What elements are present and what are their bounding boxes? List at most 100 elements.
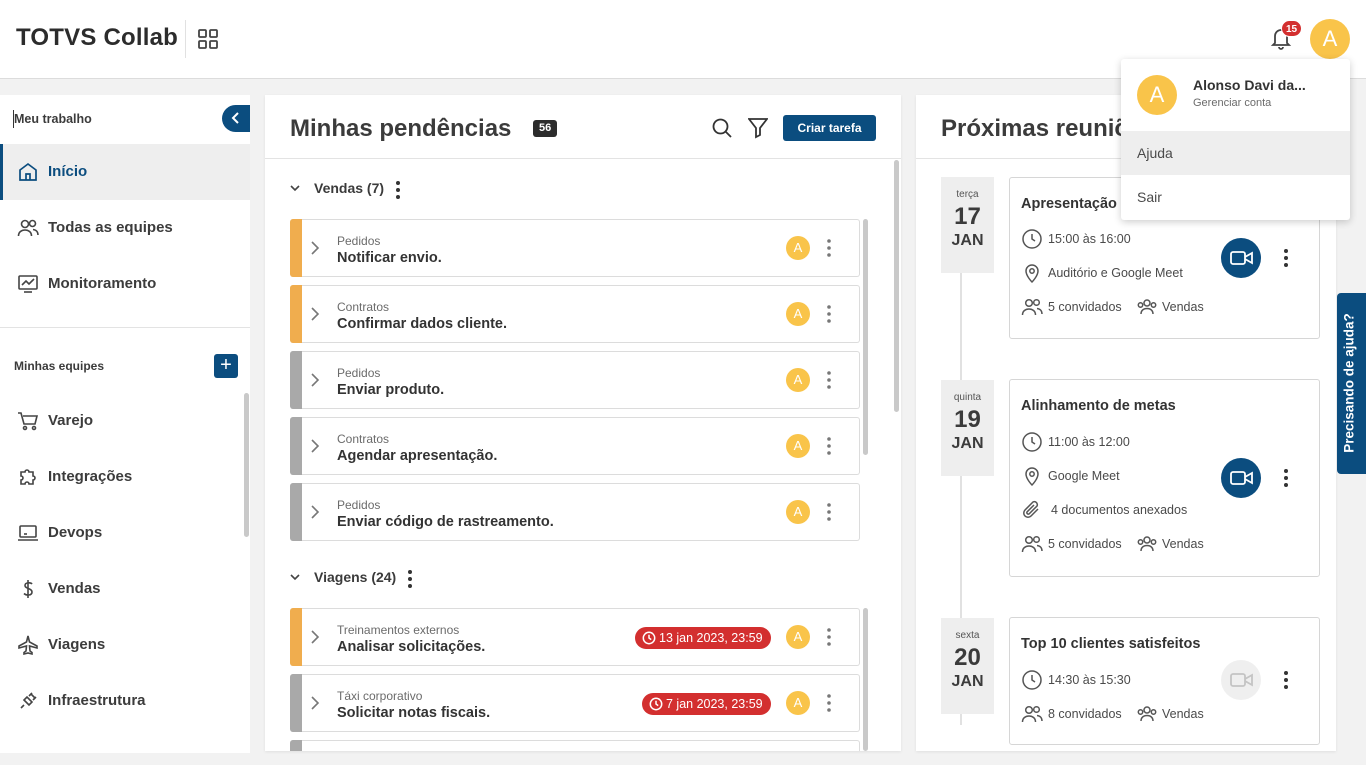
meeting-title: Alinhamento de metas — [1021, 398, 1176, 414]
sidebar-item-infraestrutura[interactable]: Infraestrutura — [0, 673, 250, 729]
more-vertical-icon[interactable] — [826, 502, 832, 522]
clock-icon — [1022, 670, 1042, 690]
overdue-date-badge: 13 jan 2023, 23:59 — [635, 627, 771, 649]
sidebar-item-label: Devops — [48, 524, 103, 541]
help-tab-label: Precisando de ajuda? — [1341, 313, 1357, 453]
join-video-button[interactable] — [1221, 238, 1261, 278]
more-vertical-icon[interactable] — [407, 569, 413, 589]
apps-grid-icon[interactable] — [197, 28, 219, 50]
sidebar-item-viagens[interactable]: Viagens — [0, 617, 250, 673]
pendencias-panel: Minhas pendências 56 Criar tarefa Vendas… — [265, 95, 901, 751]
group-header-viagens[interactable]: Viagens (24) — [289, 569, 439, 589]
sidebar-item-vendas[interactable]: Vendas — [0, 561, 250, 617]
filter-icon[interactable] — [747, 117, 769, 144]
status-bar — [290, 219, 302, 277]
due-date-text: 13 jan 2023, 23:59 — [659, 631, 763, 645]
more-vertical-icon[interactable] — [826, 370, 832, 390]
meeting-time: 15:00 às 16:00 — [1021, 228, 1221, 250]
team-icon — [1137, 299, 1157, 315]
assignee-avatar: A — [786, 625, 810, 649]
more-vertical-icon[interactable] — [1283, 670, 1289, 690]
task-category: Treinamentos externos — [337, 623, 460, 637]
manage-account-link[interactable]: Gerenciar conta — [1193, 97, 1271, 109]
sidebar-item-label: Vendas — [48, 580, 101, 597]
sidebar-item-label: Monitoramento — [48, 275, 157, 292]
sidebar-item-todas-as-equipes[interactable]: Todas as equipes — [0, 200, 250, 256]
task-card[interactable]: Táxi corporativo Solicitar notas fiscais… — [290, 674, 860, 732]
pendencias-title: Minhas pendências — [290, 115, 512, 142]
meeting-date: sexta 20 JAN — [941, 618, 994, 714]
users-icon — [1021, 535, 1043, 553]
meeting-date: quinta 19 JAN — [941, 380, 994, 476]
sidebar-item-label: Viagens — [48, 636, 106, 653]
more-vertical-icon[interactable] — [826, 304, 832, 324]
create-task-button[interactable]: Criar tarefa — [783, 115, 876, 141]
add-team-button[interactable]: + — [214, 354, 238, 378]
location-pin-icon — [1025, 264, 1039, 284]
divider — [0, 327, 250, 328]
task-name: Confirmar dados cliente. — [337, 316, 508, 332]
task-name: Agendar apresentação. — [337, 448, 498, 464]
chevron-right-icon — [311, 241, 320, 255]
task-list-scrollbar[interactable] — [863, 608, 868, 751]
group-name: Vendas (7) — [314, 180, 385, 196]
task-category: Pedidos — [337, 234, 381, 248]
help-tab[interactable]: Precisando de ajuda? — [1337, 293, 1366, 474]
puzzle-icon — [17, 466, 39, 488]
sidebar-item-label: Infraestrutura — [48, 692, 146, 709]
task-card[interactable]: Pedidos Enviar código de rastreamento. A — [290, 483, 860, 541]
users-icon — [1021, 705, 1043, 723]
meeting-card[interactable]: Top 10 clientes satisfeitos 14:30 às 15:… — [1009, 617, 1320, 745]
meeting-card[interactable]: Alinhamento de metas 11:00 às 12:00 Goog… — [1009, 379, 1320, 577]
clock-icon — [642, 631, 656, 645]
group-header-vendas[interactable]: Vendas (7) — [289, 180, 419, 200]
chevron-right-icon — [311, 439, 320, 453]
task-card[interactable]: Treinamentos externos Analisar solicitaç… — [290, 608, 860, 666]
task-card[interactable]: Pedidos Enviar produto. A — [290, 351, 860, 409]
collapse-sidebar-button[interactable] — [222, 105, 250, 132]
menu-item-sair[interactable]: Sair — [1121, 175, 1350, 219]
laptop-icon — [17, 522, 39, 544]
chevron-down-icon — [290, 185, 300, 192]
more-vertical-icon[interactable] — [1283, 248, 1289, 268]
task-list-scrollbar[interactable] — [863, 219, 868, 455]
profile-dropdown: A Alonso Davi da... Gerenciar conta Ajud… — [1121, 59, 1350, 220]
day: 17 — [954, 203, 981, 230]
meeting-title: Top 10 clientes satisfeitos — [1021, 636, 1201, 652]
task-list-viagens: Treinamentos externos Analisar solicitaç… — [290, 607, 870, 751]
more-vertical-icon[interactable] — [826, 436, 832, 456]
chevron-right-icon — [311, 696, 320, 710]
sidebar-item-varejo[interactable]: Varejo — [0, 393, 250, 449]
sidebar-item-integracoes[interactable]: Integrações — [0, 449, 250, 505]
more-vertical-icon[interactable] — [826, 627, 832, 647]
meeting-attachments[interactable]: 4 documentos anexados — [1021, 499, 1221, 521]
pendencias-scrollbar[interactable] — [894, 160, 899, 412]
search-icon[interactable] — [711, 117, 733, 144]
task-category: Pedidos — [337, 498, 381, 512]
sidebar-section-title: Meu trabalho — [13, 110, 92, 128]
task-card[interactable]: Pedidos Notificar envio. A — [290, 219, 860, 277]
sidebar-item-label: Todas as equipes — [48, 219, 173, 236]
user-avatar[interactable]: A — [1310, 19, 1350, 59]
more-vertical-icon[interactable] — [1283, 468, 1289, 488]
more-vertical-icon[interactable] — [395, 180, 401, 200]
task-category: Táxi corporativo — [337, 689, 423, 703]
profile-avatar: A — [1137, 75, 1177, 115]
meeting-time: 14:30 às 15:30 — [1021, 669, 1221, 691]
sidebar-item-devops[interactable]: Devops — [0, 505, 250, 561]
sidebar-scrollbar[interactable] — [244, 393, 249, 537]
menu-item-ajuda[interactable]: Ajuda — [1121, 131, 1350, 175]
sidebar-item-inicio[interactable]: Início — [0, 144, 250, 200]
group-name: Viagens (24) — [314, 569, 397, 585]
task-card[interactable] — [290, 740, 860, 751]
task-card[interactable]: Contratos Agendar apresentação. A — [290, 417, 860, 475]
task-name: Notificar envio. — [337, 250, 442, 266]
more-vertical-icon[interactable] — [826, 238, 832, 258]
task-card[interactable]: Contratos Confirmar dados cliente. A — [290, 285, 860, 343]
join-video-button[interactable] — [1221, 458, 1261, 498]
sidebar-item-monitoramento[interactable]: Monitoramento — [0, 256, 250, 312]
assignee-avatar: A — [786, 236, 810, 260]
dollar-icon — [17, 578, 39, 600]
month: JAN — [951, 232, 984, 249]
more-vertical-icon[interactable] — [826, 693, 832, 713]
